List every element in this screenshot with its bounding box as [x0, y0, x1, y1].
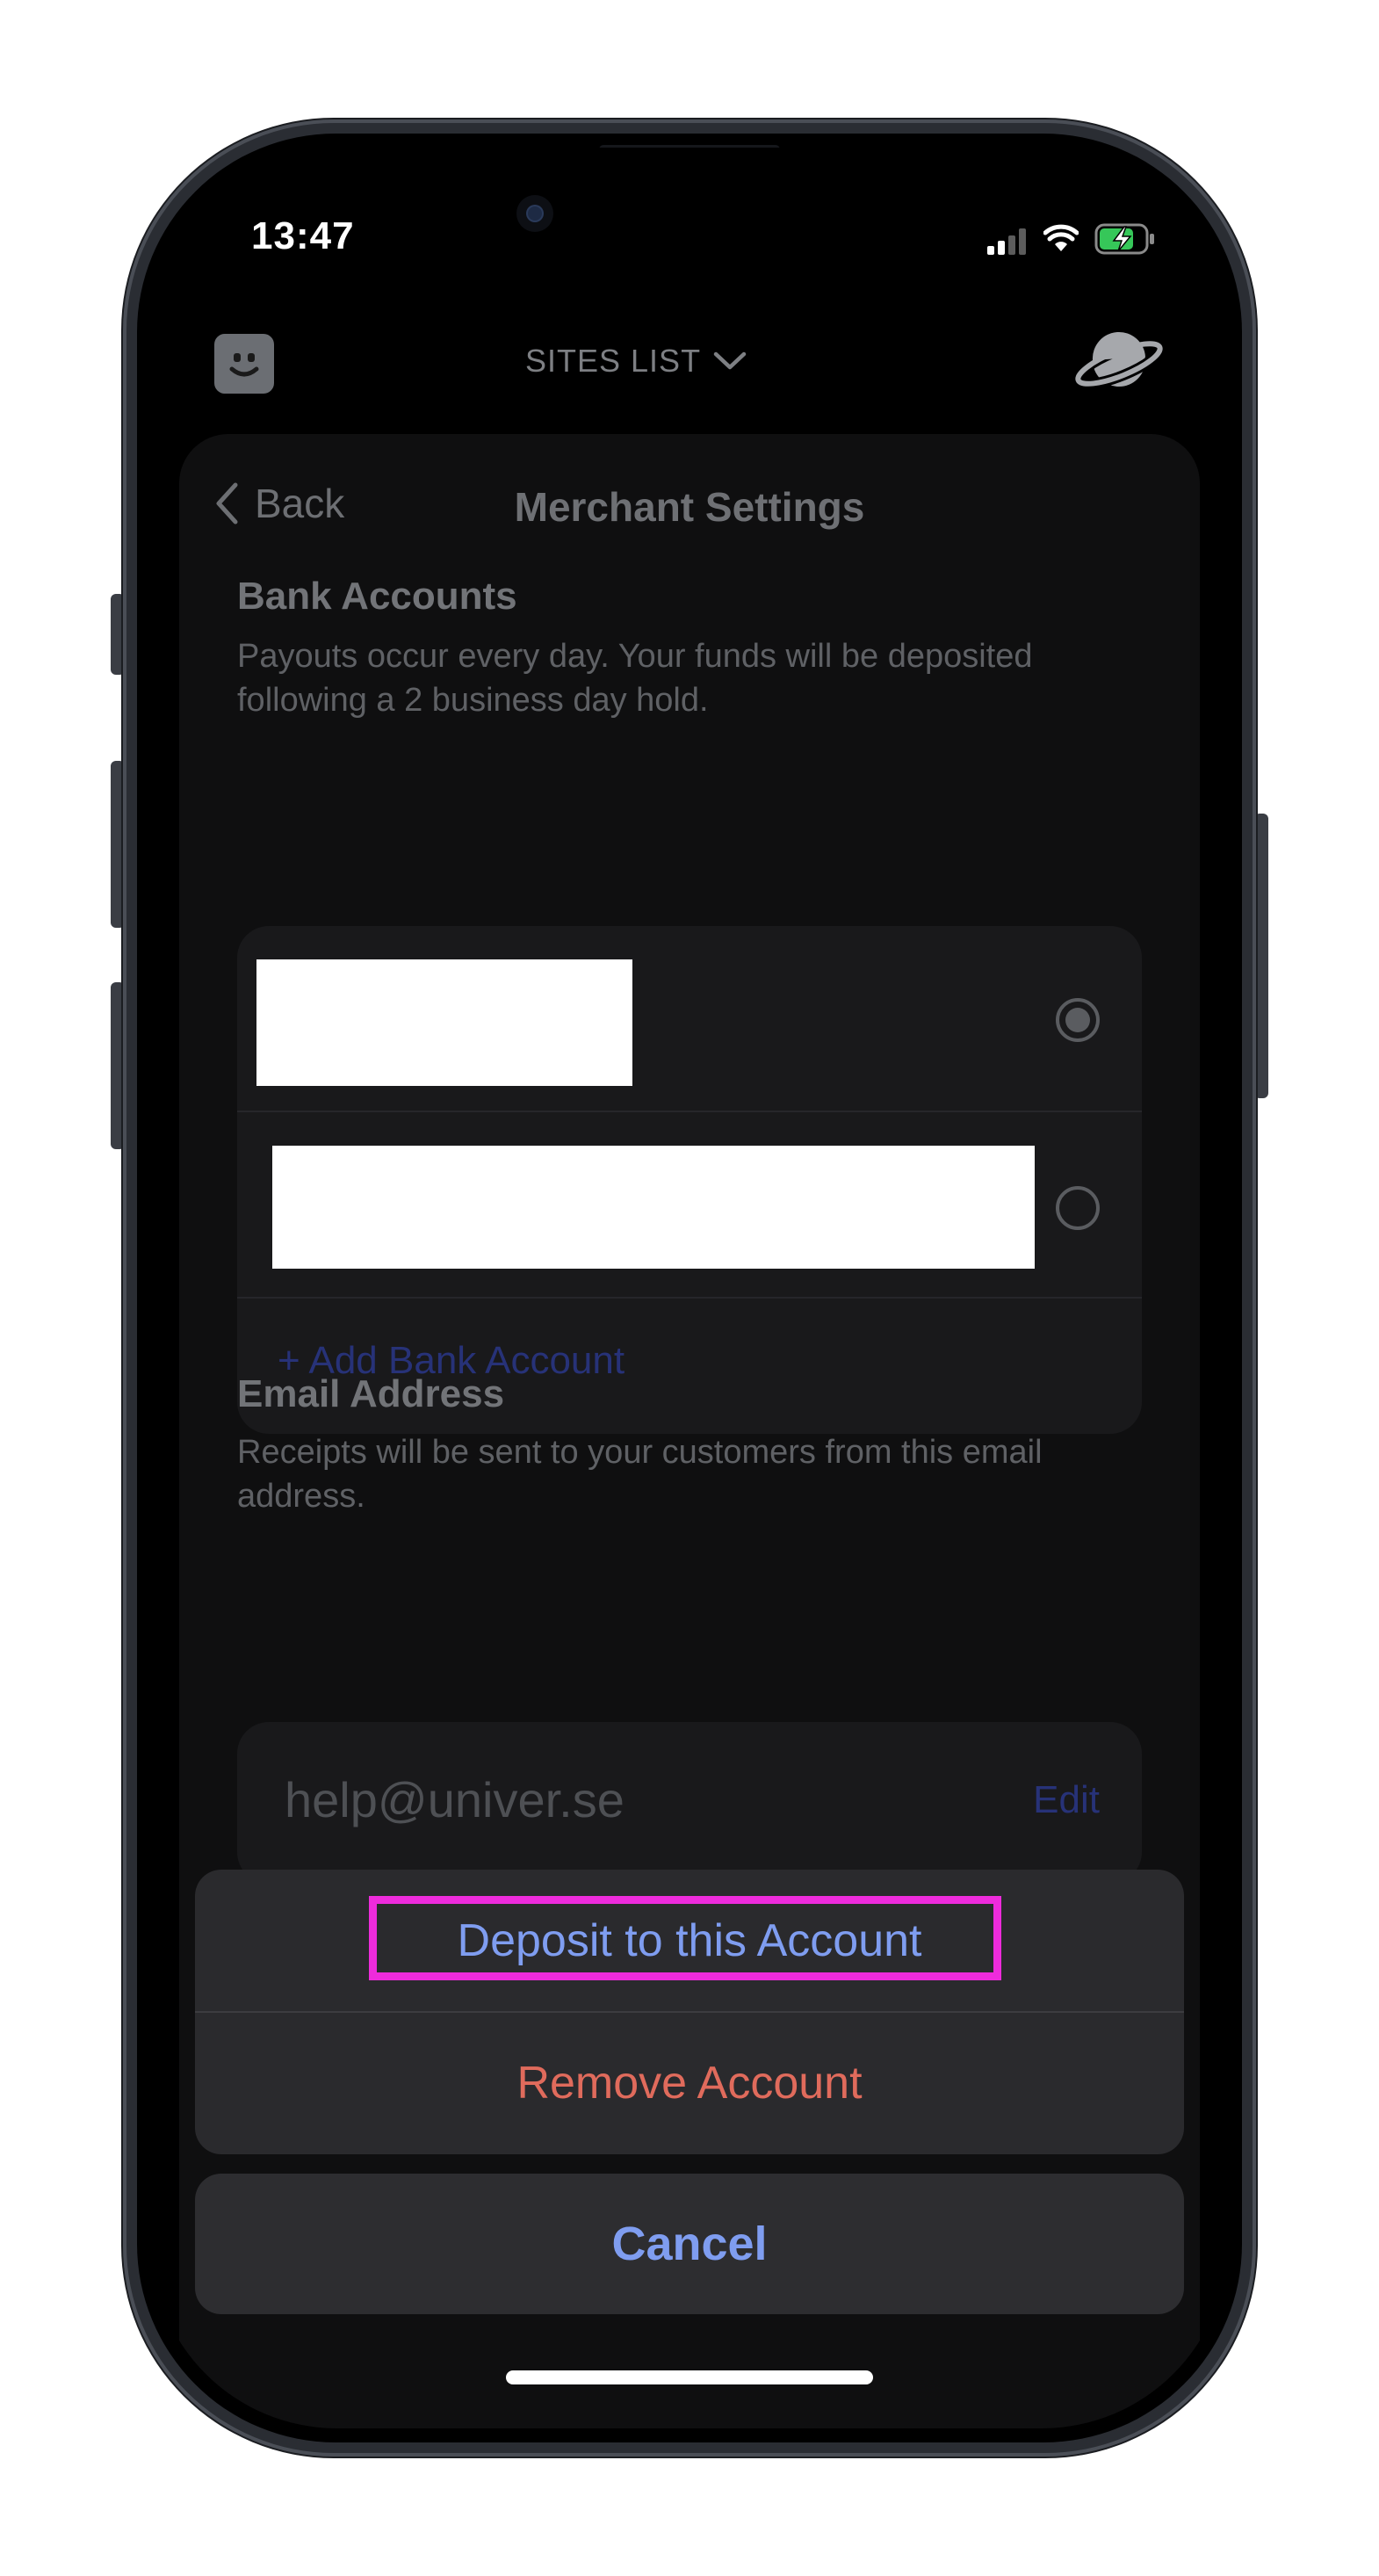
planet-icon[interactable]	[1073, 323, 1165, 397]
bank-account-name-redacted	[256, 959, 632, 1086]
bank-account-row[interactable]	[237, 926, 1142, 1112]
email-value: help@univer.se	[285, 1772, 625, 1827]
status-time: 13:47	[251, 214, 355, 257]
bank-account-row[interactable]	[237, 1112, 1142, 1299]
home-indicator[interactable]	[506, 2370, 873, 2384]
email-address-description: Receipts will be sent to your customers …	[237, 1434, 1043, 1515]
cancel-label: Cancel	[611, 2218, 768, 2270]
bank-account-name-redacted	[272, 1146, 1035, 1269]
cellular-signal-icon	[987, 228, 1028, 255]
action-sheet: Deposit to this Account Remove Account	[195, 1870, 1184, 2154]
sites-list-dropdown[interactable]: SITES LIST	[525, 343, 747, 380]
bank-accounts-description: Payouts occur every day. Your funds will…	[237, 638, 1033, 719]
face-icon[interactable]	[214, 334, 274, 394]
remove-account-button[interactable]: Remove Account	[195, 2012, 1184, 2154]
wifi-icon	[1043, 224, 1079, 251]
power-button	[1254, 814, 1268, 1098]
battery-charging-icon	[1094, 223, 1154, 255]
page-title: Merchant Settings	[514, 484, 865, 530]
sites-list-label: SITES LIST	[525, 343, 702, 379]
highlight-box	[369, 1896, 1001, 1980]
remove-label: Remove Account	[516, 2058, 863, 2109]
phone-screen: 13:47 SITES LIST Back Merchant Settings …	[151, 148, 1228, 2428]
bank-accounts-heading: Bank Accounts	[237, 575, 517, 618]
front-camera	[516, 195, 553, 232]
email-address-heading: Email Address	[237, 1372, 505, 1415]
radio-selected-icon[interactable]	[1056, 998, 1100, 1042]
bank-accounts-card: + Add Bank Account	[237, 926, 1142, 1434]
chevron-down-icon	[713, 351, 747, 370]
radio-unselected-icon[interactable]	[1056, 1186, 1100, 1230]
cancel-button[interactable]: Cancel	[195, 2174, 1184, 2314]
edit-email-button[interactable]: Edit	[1033, 1778, 1100, 1822]
email-card: help@univer.se Edit	[237, 1722, 1142, 1884]
